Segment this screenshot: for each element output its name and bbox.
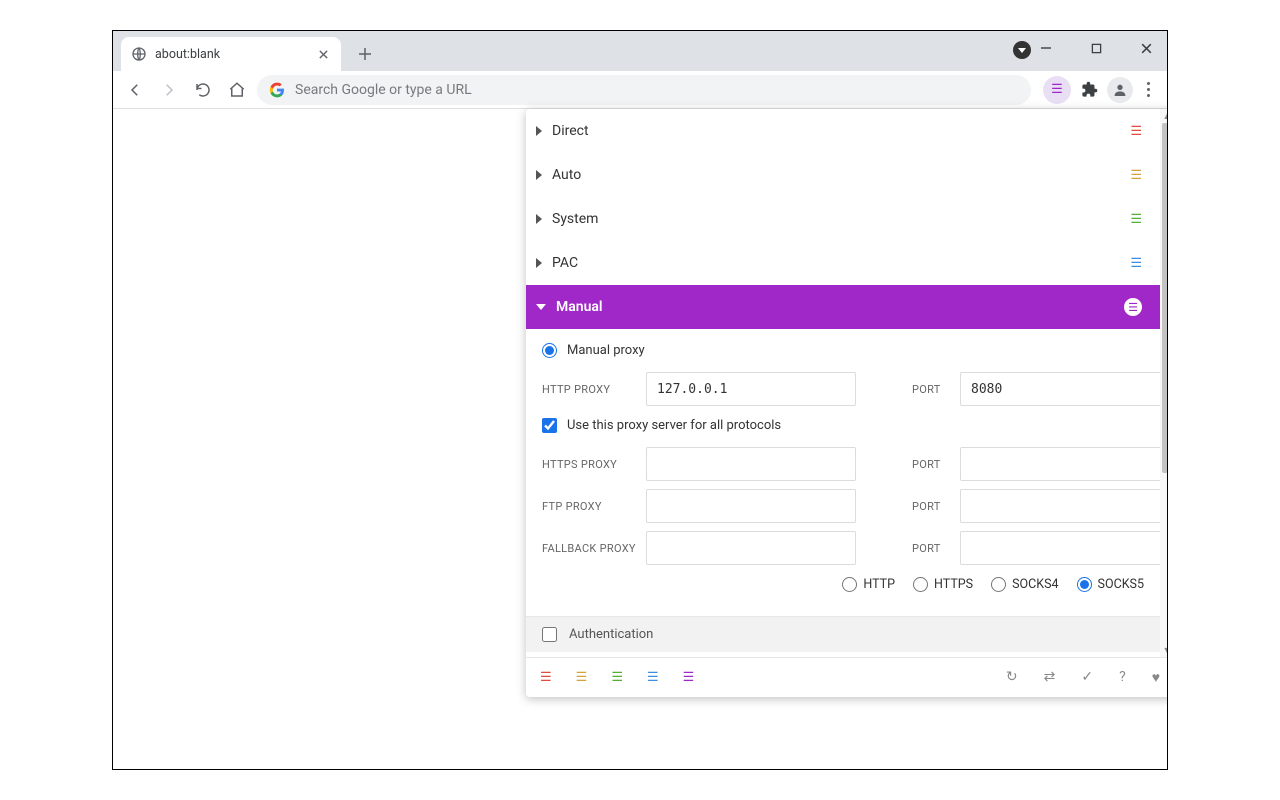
refresh-icon[interactable]: ↻ [1006, 669, 1018, 686]
section-label: Auto [552, 167, 581, 183]
use-for-all-label: Use this proxy server for all protocols [567, 418, 781, 433]
chevron-right-icon [536, 170, 542, 180]
browser-window: about:blank Search Goog [112, 30, 1168, 770]
scroll-up-icon[interactable]: ▲ [1160, 109, 1168, 123]
section-label: Direct [552, 123, 589, 139]
proto-http[interactable]: HTTP [842, 577, 895, 592]
fallback-proxy-input[interactable] [646, 531, 856, 565]
profile-button[interactable] [1107, 77, 1133, 103]
footer-actions: ↻ ⇄ ✓ ? ♥ [1006, 669, 1160, 686]
manual-proxy-radio[interactable] [542, 343, 557, 358]
authentication-label: Authentication [569, 627, 653, 642]
maximize-button[interactable] [1081, 35, 1111, 61]
manual-proxy-label: Manual proxy [567, 343, 645, 358]
fallback-proxy-label: FALLBACK PROXY [542, 542, 646, 555]
forward-button[interactable] [155, 76, 183, 104]
port-label: PORT [912, 542, 960, 555]
section-pac[interactable]: PAC ☰ [526, 241, 1160, 285]
chevron-down-icon [536, 304, 546, 310]
protocol-row: HTTP HTTPS SOCKS4 SOCKS5 [542, 577, 1144, 592]
https-proxy-input[interactable] [646, 447, 856, 481]
back-button[interactable] [121, 76, 149, 104]
minimize-button[interactable] [1031, 35, 1061, 61]
heart-icon[interactable]: ♥ [1152, 669, 1160, 686]
authentication-checkbox[interactable] [542, 627, 557, 642]
title-bar: about:blank [113, 31, 1167, 71]
scrollbar-thumb[interactable] [1162, 123, 1168, 473]
fallback-port-input[interactable] [960, 531, 1160, 565]
proxy-color-icon: ☰ [1130, 169, 1142, 182]
proto-socks4[interactable]: SOCKS4 [991, 577, 1058, 592]
section-label: System [552, 211, 598, 227]
https-port-input[interactable] [960, 447, 1160, 481]
port-label: PORT [912, 458, 960, 471]
ftp-proxy-label: FTP PROXY [542, 500, 646, 513]
extensions-button[interactable] [1075, 76, 1103, 104]
scrollbar[interactable]: ▲ ▼ [1160, 109, 1168, 657]
check-icon[interactable]: ✓ [1081, 669, 1093, 686]
section-auto[interactable]: Auto ☰ [526, 153, 1160, 197]
port-label: PORT [912, 383, 960, 396]
footer-profiles: ☰ ☰ ☰ ☰ ☰ [540, 671, 694, 684]
manual-panel: Manual proxy HTTP PROXY PORT Use this pr… [526, 329, 1160, 616]
chevron-right-icon [536, 258, 542, 268]
ftp-proxy-input[interactable] [646, 489, 856, 523]
browser-tab[interactable]: about:blank [121, 37, 341, 71]
window-controls [1031, 35, 1161, 61]
profile-pac-icon[interactable]: ☰ [647, 671, 659, 684]
port-label: PORT [912, 500, 960, 513]
section-direct[interactable]: Direct ☰ [526, 109, 1160, 153]
globe-icon [131, 46, 147, 62]
section-system[interactable]: System ☰ [526, 197, 1160, 241]
help-icon[interactable]: ? [1119, 669, 1126, 686]
section-label: Manual [556, 299, 603, 315]
ftp-port-input[interactable] [960, 489, 1160, 523]
popup-footer: ☰ ☰ ☰ ☰ ☰ ↻ ⇄ ✓ ? ♥ [526, 657, 1168, 697]
profile-auto-icon[interactable]: ☰ [576, 671, 588, 684]
toolbar-right: ☰ [1043, 76, 1159, 104]
google-g-icon [269, 82, 285, 98]
profile-direct-icon[interactable]: ☰ [540, 671, 552, 684]
section-manual[interactable]: Manual ☰ [526, 285, 1160, 329]
proxy-extension-popup: Direct ☰ Auto ☰ System ☰ PAC ☰ [526, 109, 1168, 697]
chevron-right-icon [536, 126, 542, 136]
http-port-input[interactable] [960, 372, 1160, 406]
proxy-color-icon: ☰ [1130, 257, 1142, 270]
scroll-down-icon[interactable]: ▼ [1160, 643, 1168, 657]
new-tab-button[interactable] [351, 40, 379, 68]
https-proxy-label: HTTPS PROXY [542, 458, 646, 471]
reload-button[interactable] [189, 76, 217, 104]
close-window-button[interactable] [1131, 35, 1161, 61]
http-proxy-input[interactable] [646, 372, 856, 406]
proxy-extension-button[interactable]: ☰ [1043, 76, 1071, 104]
proxy-color-icon: ☰ [1130, 125, 1142, 138]
home-button[interactable] [223, 76, 251, 104]
use-for-all-checkbox[interactable] [542, 418, 557, 433]
authentication-row[interactable]: Authentication [526, 616, 1160, 652]
http-proxy-label: HTTP PROXY [542, 383, 646, 396]
sync-icon[interactable]: ⇄ [1044, 669, 1056, 686]
tab-title: about:blank [155, 47, 220, 62]
proto-https[interactable]: HTTPS [913, 577, 973, 592]
proto-socks5[interactable]: SOCKS5 [1077, 577, 1144, 592]
profile-manual-icon[interactable]: ☰ [683, 671, 695, 684]
proxy-color-icon: ☰ [1130, 213, 1142, 226]
chevron-right-icon [536, 214, 542, 224]
menu-button[interactable] [1137, 82, 1159, 97]
address-bar-placeholder: Search Google or type a URL [295, 82, 472, 98]
incognito-badge-icon [1013, 41, 1031, 59]
address-bar[interactable]: Search Google or type a URL [257, 75, 1031, 105]
profile-system-icon[interactable]: ☰ [611, 671, 623, 684]
section-label: PAC [552, 255, 578, 271]
proxy-color-icon: ☰ [1124, 298, 1142, 316]
close-tab-icon[interactable] [315, 46, 331, 62]
browser-toolbar: Search Google or type a URL ☰ [113, 71, 1167, 109]
